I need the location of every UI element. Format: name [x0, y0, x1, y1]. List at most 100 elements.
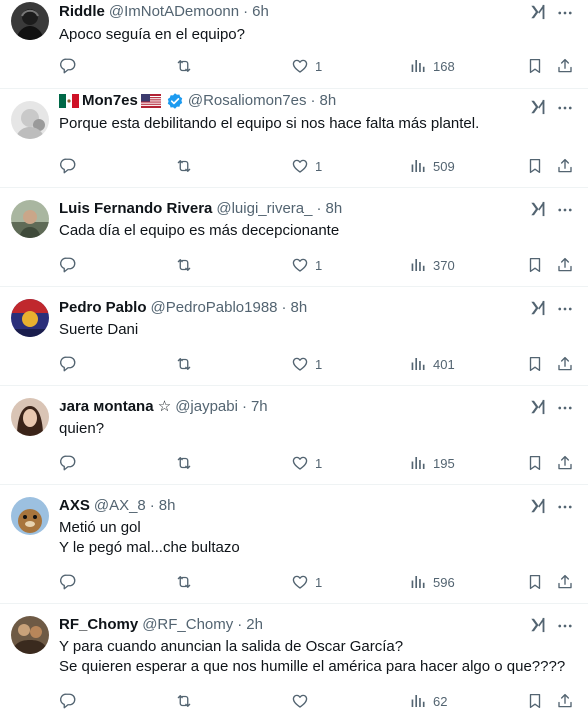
share-button[interactable]: [556, 156, 574, 176]
like-button[interactable]: 1: [291, 453, 322, 473]
share-button[interactable]: [556, 691, 574, 711]
avatar[interactable]: [11, 200, 49, 238]
bookmark-button[interactable]: [526, 453, 544, 473]
avatar[interactable]: [11, 497, 49, 535]
timestamp[interactable]: 8h: [319, 91, 336, 111]
user-handle[interactable]: @AX_8: [94, 496, 146, 516]
reply-button[interactable]: [59, 156, 77, 176]
action-bar: 1 370: [59, 255, 574, 275]
grok-icon[interactable]: [528, 298, 548, 318]
timestamp[interactable]: 7h: [251, 397, 268, 417]
share-button[interactable]: [556, 354, 574, 374]
user-handle[interactable]: @PedroPablo1988: [151, 298, 278, 318]
more-icon[interactable]: [556, 300, 574, 318]
more-icon[interactable]: [556, 617, 574, 635]
display-name[interactable]: ᴊara ᴍontana ☆: [59, 397, 171, 417]
retweet-button[interactable]: [175, 56, 193, 76]
user-handle[interactable]: @ImNotADemoonn: [109, 2, 239, 22]
like-button[interactable]: 1: [291, 156, 322, 176]
display-name[interactable]: Pedro Pablo: [59, 298, 147, 318]
views-button[interactable]: 596: [409, 572, 455, 592]
more-icon[interactable]: [556, 201, 574, 219]
reply-icon: [59, 57, 77, 75]
avatar[interactable]: [11, 398, 49, 436]
avatar[interactable]: [11, 299, 49, 337]
user-handle[interactable]: @luigi_rivera_: [216, 199, 312, 219]
views-button[interactable]: 168: [409, 56, 455, 76]
views-button[interactable]: 195: [409, 453, 455, 473]
views-icon: [409, 454, 427, 472]
share-button[interactable]: [556, 56, 574, 76]
user-handle[interactable]: @Rosaliomon7es: [188, 91, 307, 111]
user-handle[interactable]: @RF_Chomy: [142, 615, 233, 635]
timestamp[interactable]: 8h: [159, 496, 176, 516]
grok-icon[interactable]: [528, 496, 548, 516]
bookmark-button[interactable]: [526, 156, 544, 176]
retweet-button[interactable]: [175, 453, 193, 473]
share-button[interactable]: [556, 572, 574, 592]
reply-button[interactable]: [59, 56, 77, 76]
more-icon[interactable]: [556, 498, 574, 516]
share-button[interactable]: [556, 255, 574, 275]
action-bar: 1 195: [59, 453, 574, 473]
views-button[interactable]: 62: [409, 691, 447, 711]
reply-header: ᴊara ᴍontana ☆ @jaypabi · 7h: [59, 397, 528, 417]
timestamp[interactable]: 6h: [252, 2, 269, 22]
grok-icon[interactable]: [528, 2, 548, 22]
bookmark-button[interactable]: [526, 56, 544, 76]
bookmark-button[interactable]: [526, 255, 544, 275]
share-button[interactable]: [556, 453, 574, 473]
avatar[interactable]: [11, 2, 49, 40]
views-button[interactable]: 401: [409, 354, 455, 374]
display-name[interactable]: Mon7es: [82, 91, 138, 111]
reply-button[interactable]: [59, 255, 77, 275]
reply-item[interactable]: AXS @AX_8 · 8h Metió un gol Y le pegó ma…: [0, 485, 588, 604]
timestamp[interactable]: 8h: [325, 199, 342, 219]
retweet-button[interactable]: [175, 572, 193, 592]
share-icon: [556, 692, 574, 710]
reply-button[interactable]: [59, 691, 77, 711]
reply-item[interactable]: Pedro Pablo @PedroPablo1988 · 8h Suerte …: [0, 287, 588, 386]
bookmark-button[interactable]: [526, 572, 544, 592]
grok-icon[interactable]: [528, 615, 548, 635]
display-name[interactable]: AXS: [59, 496, 90, 516]
reply-item[interactable]: ᴊara ᴍontana ☆ @jaypabi · 7h quien? 1 19…: [0, 386, 588, 485]
reply-button[interactable]: [59, 453, 77, 473]
retweet-button[interactable]: [175, 156, 193, 176]
avatar[interactable]: [11, 101, 49, 139]
like-button[interactable]: 1: [291, 572, 322, 592]
display-name[interactable]: Riddle: [59, 2, 105, 22]
like-button[interactable]: 1: [291, 56, 322, 76]
timestamp[interactable]: 8h: [291, 298, 308, 318]
like-button[interactable]: 1: [291, 354, 322, 374]
reply-button[interactable]: [59, 354, 77, 374]
like-button[interactable]: 1: [291, 255, 322, 275]
more-icon[interactable]: [556, 399, 574, 417]
bookmark-button[interactable]: [526, 691, 544, 711]
timestamp[interactable]: 2h: [246, 615, 263, 635]
share-icon: [556, 573, 574, 591]
retweet-button[interactable]: [175, 354, 193, 374]
verified-badge-icon[interactable]: [166, 92, 184, 110]
grok-icon[interactable]: [528, 397, 548, 417]
reply-item[interactable]: RF_Chomy @RF_Chomy · 2h Y para cuando an…: [0, 604, 588, 723]
user-handle[interactable]: @jaypabi: [175, 397, 238, 417]
retweet-button[interactable]: [175, 255, 193, 275]
more-icon[interactable]: [556, 4, 574, 22]
reply-icon: [59, 573, 77, 591]
heart-icon: [291, 157, 309, 175]
reply-item[interactable]: Luis Fernando Rivera @luigi_rivera_ · 8h…: [0, 188, 588, 287]
retweet-button[interactable]: [175, 691, 193, 711]
display-name[interactable]: Luis Fernando Rivera: [59, 199, 212, 219]
reply-item[interactable]: Mon7es @Rosaliomon7es · 8h Porque esta d…: [0, 89, 588, 188]
bookmark-button[interactable]: [526, 354, 544, 374]
views-button[interactable]: 370: [409, 255, 455, 275]
grok-icon[interactable]: [528, 199, 548, 219]
views-button[interactable]: 509: [409, 156, 455, 176]
avatar[interactable]: [11, 616, 49, 654]
display-name[interactable]: RF_Chomy: [59, 615, 138, 635]
reply-button[interactable]: [59, 572, 77, 592]
reply-item[interactable]: Riddle @ImNotADemoonn · 6h Apoco seguía …: [0, 0, 588, 89]
views-icon: [409, 355, 427, 373]
like-button[interactable]: [291, 691, 315, 711]
